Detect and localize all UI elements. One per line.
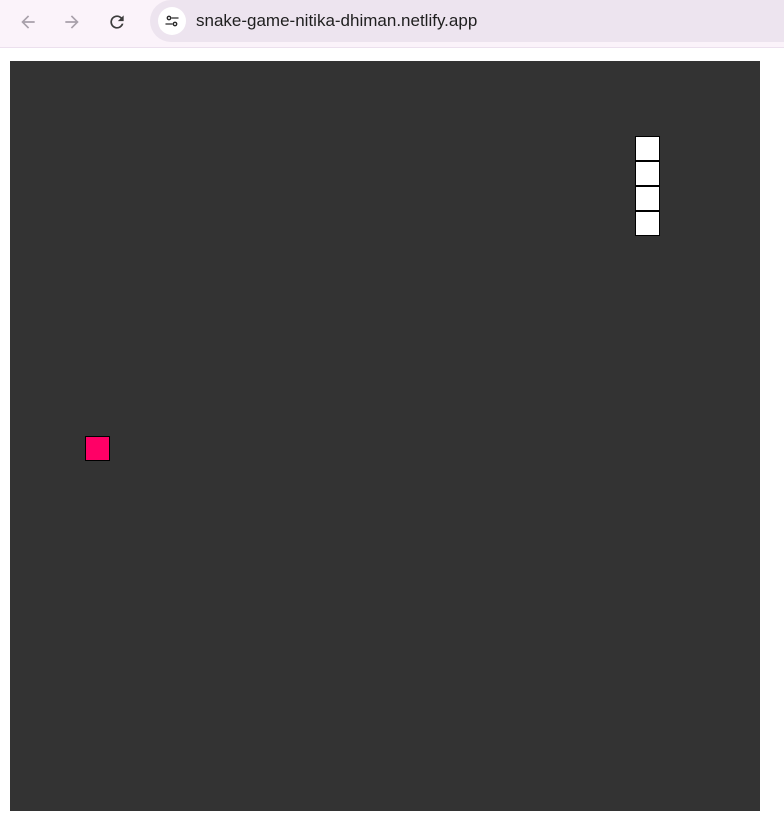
snake-segment bbox=[635, 161, 660, 186]
snake-segment bbox=[635, 186, 660, 211]
site-info-button[interactable] bbox=[158, 7, 186, 35]
arrow-right-icon bbox=[65, 15, 79, 29]
game-board[interactable] bbox=[10, 61, 760, 811]
reload-button[interactable] bbox=[101, 6, 133, 38]
address-bar[interactable]: snake-game-nitika-dhiman.netlify.app bbox=[150, 0, 784, 42]
tune-icon bbox=[165, 15, 179, 27]
url-text[interactable]: snake-game-nitika-dhiman.netlify.app bbox=[196, 11, 477, 31]
browser-toolbar: snake-game-nitika-dhiman.netlify.app bbox=[0, 0, 784, 48]
food-pellet bbox=[85, 436, 110, 461]
snake-segment bbox=[635, 211, 660, 236]
arrow-left-icon bbox=[21, 15, 35, 29]
back-button[interactable] bbox=[12, 6, 44, 38]
reload-icon bbox=[110, 15, 124, 29]
snake-segment bbox=[635, 136, 660, 161]
forward-button[interactable] bbox=[56, 6, 88, 38]
